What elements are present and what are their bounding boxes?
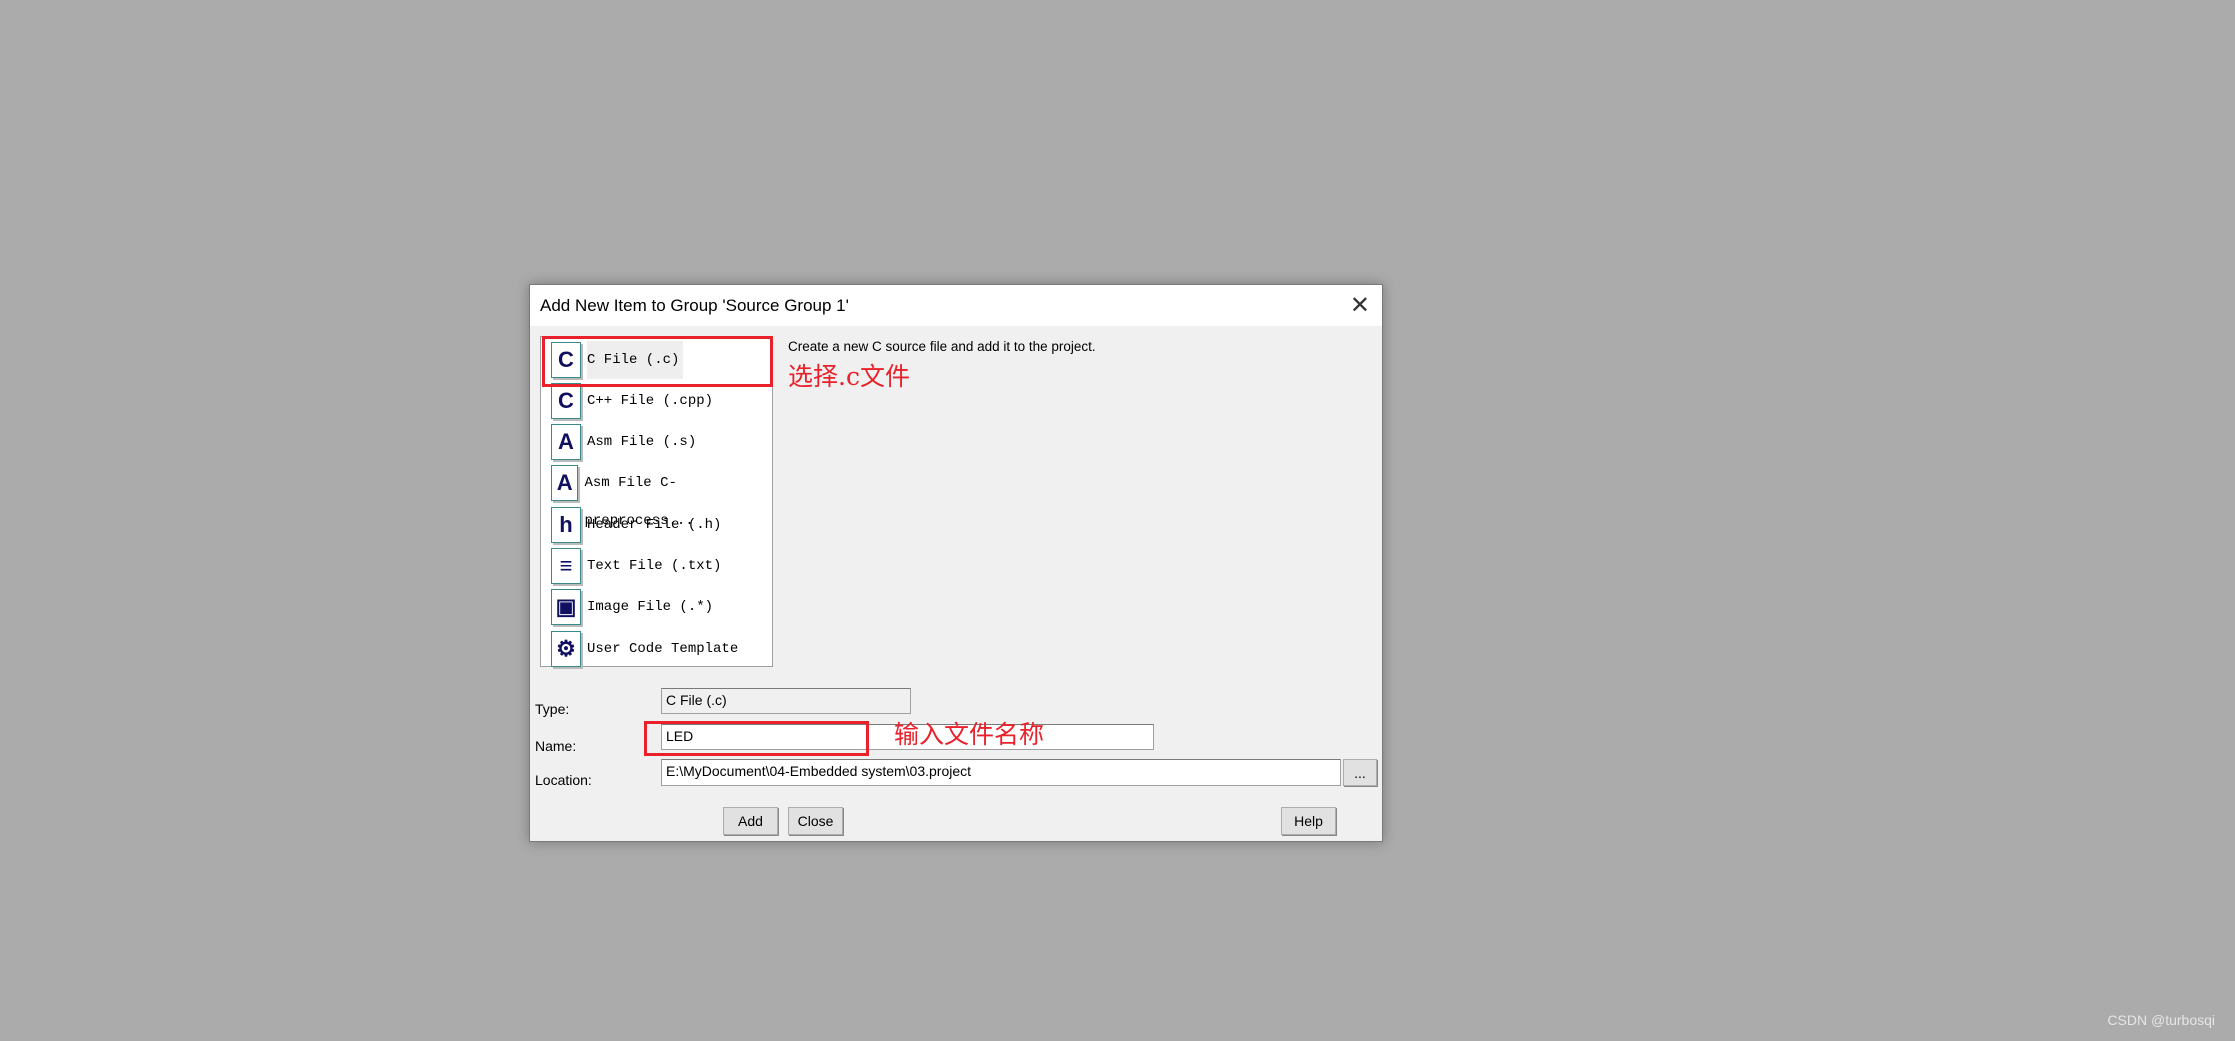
watermark: CSDN @turbosqi <box>2107 1012 2215 1028</box>
highlight-box-name <box>644 721 869 756</box>
annotation-select-c-file: 选择.c文件 <box>788 362 910 391</box>
file-type-item[interactable]: h Header File (.h) <box>541 504 772 545</box>
add-button[interactable]: Add <box>723 807 778 835</box>
highlight-box-c-file <box>542 336 773 387</box>
type-label: Type: <box>535 701 570 717</box>
close-button[interactable]: Close <box>788 807 843 835</box>
file-type-item[interactable]: A Asm File C-preprocess... <box>541 463 772 530</box>
file-type-icon: A <box>551 424 581 461</box>
file-type-label: Asm File C-preprocess... <box>584 475 694 530</box>
name-label: Name: <box>535 738 577 754</box>
file-type-item[interactable]: ▣ Image File (.*) <box>541 587 772 628</box>
file-type-label: Text File (.txt) <box>587 558 722 574</box>
file-type-item[interactable]: ≡ Text File (.txt) <box>541 546 772 587</box>
file-type-item[interactable]: A Asm File (.s) <box>541 422 772 463</box>
file-type-label: Asm File (.s) <box>587 434 697 451</box>
dialog-title: Add New Item to Group 'Source Group 1' <box>540 296 849 315</box>
file-type-label: Image File (.*) <box>587 599 714 616</box>
close-icon[interactable]: ✕ <box>1350 291 1370 320</box>
file-type-icon: ⚙ <box>551 630 581 667</box>
title-bar: Add New Item to Group 'Source Group 1' ✕ <box>530 285 1382 326</box>
file-type-label: Header File (.h) <box>587 516 722 533</box>
help-button[interactable]: Help <box>1281 807 1336 835</box>
location-label: Location: <box>535 772 592 788</box>
annotation-enter-name: 输入文件名称 <box>894 720 1045 749</box>
add-new-item-dialog: Add New Item to Group 'Source Group 1' ✕… <box>529 284 1383 842</box>
file-type-icon: A <box>551 465 579 502</box>
file-type-icon: ▣ <box>551 589 581 626</box>
description-text: Create a new C source file and add it to… <box>788 339 1096 354</box>
file-type-item[interactable]: ⚙ User Code Template <box>541 628 772 669</box>
browse-button[interactable]: ... <box>1343 759 1377 786</box>
file-type-icon: h <box>551 506 581 543</box>
type-field: C File (.c) <box>661 688 911 714</box>
file-type-label: C++ File (.cpp) <box>587 392 714 409</box>
file-type-icon: C <box>551 382 581 419</box>
file-type-label: User Code Template <box>587 640 739 657</box>
location-input[interactable]: E:\MyDocument\04-Embedded system\03.proj… <box>661 759 1341 786</box>
file-type-icon: ≡ <box>551 548 581 584</box>
